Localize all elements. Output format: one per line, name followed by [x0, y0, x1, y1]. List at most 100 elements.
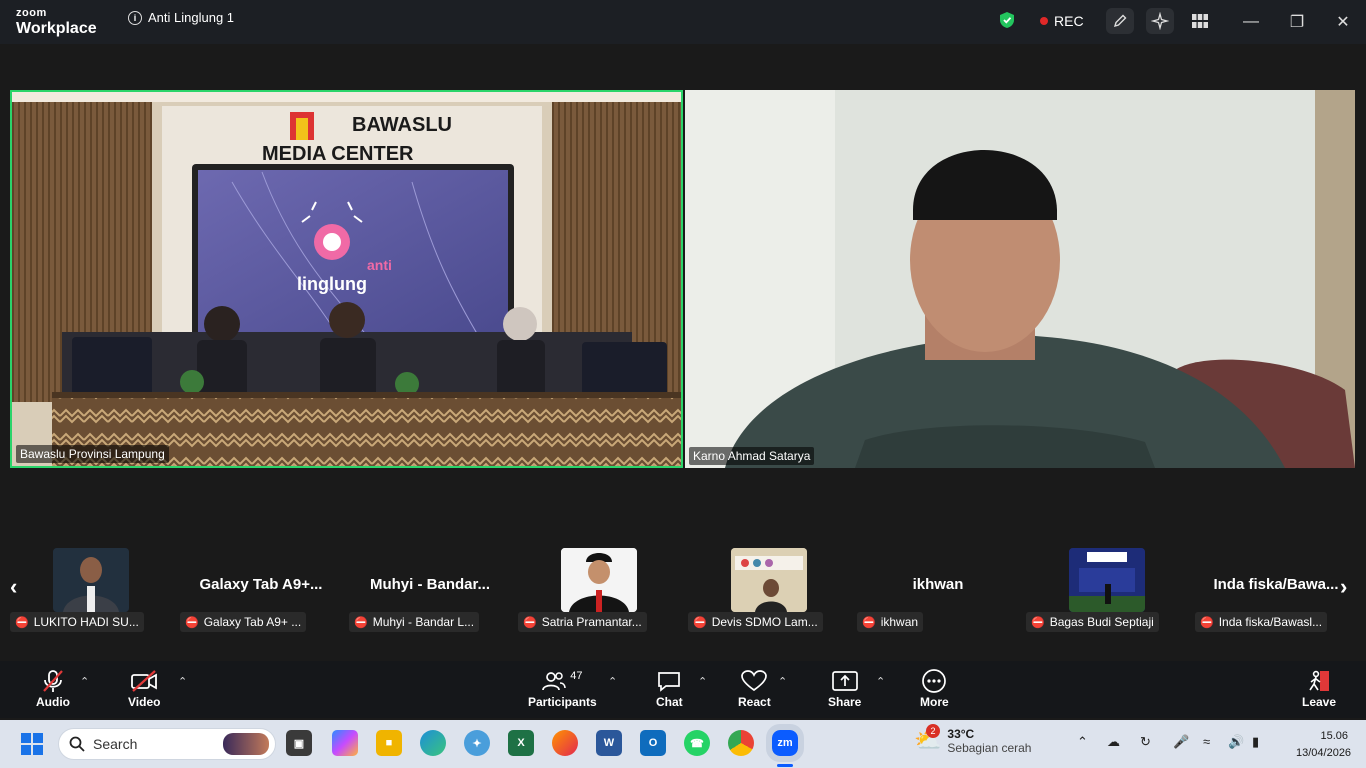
thumb-participant[interactable]: Muhyi - Bandar... ⛔ Muhyi - Bandar L... [349, 544, 511, 639]
muted-mic-icon: ⛔ [693, 616, 707, 629]
participants-icon [542, 672, 566, 691]
screen-text-linglung: linglung [297, 274, 367, 294]
participant-video [53, 548, 129, 612]
record-dot-icon [1040, 17, 1048, 25]
windows-start-icon[interactable] [21, 733, 43, 755]
participant-video [561, 548, 637, 612]
leave-button[interactable]: Leave [1302, 667, 1336, 709]
microphone-icon[interactable]: 🎤 [1173, 734, 1189, 750]
muted-mic-icon: ⛔ [1200, 616, 1214, 629]
meeting-toolbar: Audio ⌃ Video ⌃ 47 Participants ⌃ Chat ⌃… [0, 661, 1366, 718]
excel-icon[interactable]: X [508, 730, 534, 756]
clock-time: 15.06 [1320, 730, 1348, 742]
active-app-indicator [777, 764, 793, 767]
more-button[interactable]: More [920, 667, 949, 709]
chat-button[interactable]: Chat [656, 667, 683, 709]
screen-text-anti: anti [367, 257, 392, 273]
weather-temp: 33°C [947, 727, 975, 741]
participant-strip: ‹ › ⛔ LUKITO HADI SU... Galaxy Tab A9+...… [0, 544, 1366, 639]
weather-badge: 2 [926, 724, 940, 739]
search-highlight-image [223, 733, 269, 755]
brand-large: Workplace [16, 20, 97, 37]
encryption-shield-icon[interactable] [999, 11, 1015, 29]
thumb-participant[interactable]: ⛔ Satria Pramantar... [518, 544, 680, 639]
participants-button[interactable]: 47 Participants [528, 667, 597, 709]
show-hidden-icons-caret-icon[interactable]: ⌃ [1077, 734, 1088, 750]
firefox-icon[interactable] [552, 730, 578, 756]
sync-icon[interactable]: ↻ [1140, 734, 1151, 750]
thumb-label: ⛔ Muhyi - Bandar L... [349, 612, 480, 632]
info-icon[interactable]: i [128, 10, 142, 25]
rec-label: REC [1054, 13, 1084, 29]
battery-icon[interactable]: ▮ [1252, 734, 1259, 750]
close-button[interactable]: ✕ [1331, 10, 1355, 34]
video-options-caret-icon[interactable]: ⌃ [178, 675, 187, 688]
participants-options-caret-icon[interactable]: ⌃ [608, 675, 617, 688]
audio-button[interactable]: Audio [36, 667, 70, 709]
minimize-button[interactable]: — [1239, 10, 1263, 34]
person-video-feed [685, 90, 1355, 468]
thumb-participant[interactable]: Galaxy Tab A9+... ⛔ Galaxy Tab A9+ ... [180, 544, 342, 639]
recording-indicator[interactable]: REC [1040, 13, 1084, 29]
muted-mic-icon: ⛔ [862, 616, 876, 629]
thumb-display-name: Galaxy Tab A9+... [199, 576, 323, 593]
thumb-label: ⛔ ikhwan [857, 612, 924, 632]
view-layout-button[interactable] [1186, 8, 1214, 34]
zoom-taskbar-icon[interactable]: zm [766, 724, 804, 762]
thumb-participant[interactable]: ⛔ Devis SDMO Lam... [688, 544, 850, 639]
muted-mic-icon: ⛔ [1031, 616, 1045, 629]
search-icon [69, 736, 85, 752]
weather-desc: Sebagian cerah [947, 741, 1032, 756]
wifi-icon[interactable]: ≈ [1203, 734, 1210, 749]
meeting-title: Anti Linglung 1 [148, 10, 235, 25]
participant-name-label: Karno Ahmad Satarya [689, 447, 815, 465]
ai-companion-button[interactable] [1146, 8, 1174, 34]
edge-browser-icon[interactable] [420, 730, 446, 756]
task-view-icon[interactable]: ▣ [286, 730, 312, 756]
video-button[interactable]: Video [128, 667, 160, 709]
grid-view-icon [1192, 14, 1208, 28]
outlook-icon[interactable]: O [640, 730, 666, 756]
thumb-participant[interactable]: Inda fiska/Bawa... ⛔ Inda fiska/Bawasl... [1195, 544, 1357, 639]
title-bar: zoom Workplace i Anti Linglung 1 REC — ❐… [0, 0, 1366, 44]
file-explorer-icon[interactable]: ■ [376, 730, 402, 756]
taskbar-search-box[interactable]: Search [58, 728, 276, 760]
participant-video [1069, 548, 1145, 612]
taskbar-clock[interactable]: 15.06 13/04/2026 [1296, 728, 1351, 761]
thumb-participant[interactable]: ikhwan ⛔ ikhwan [857, 544, 1019, 639]
stopped-video-icon [131, 670, 158, 692]
audio-options-caret-icon[interactable]: ⌃ [80, 675, 89, 688]
share-button[interactable]: Share [828, 667, 861, 709]
volume-icon[interactable]: 🔊 [1228, 734, 1244, 750]
thumb-display-name: ikhwan [912, 576, 964, 593]
annotate-button[interactable] [1106, 8, 1134, 34]
restore-button[interactable]: ❐ [1285, 10, 1309, 34]
chat-options-caret-icon[interactable]: ⌃ [698, 675, 707, 688]
meeting-info[interactable]: i Anti Linglung 1 [128, 10, 234, 25]
thumb-display-name: Muhyi - Bandar... [369, 576, 490, 593]
copilot-icon[interactable] [332, 730, 358, 756]
thumb-display-name: Inda fiska/Bawa... [1213, 576, 1339, 593]
thumb-label: ⛔ Bagas Budi Septiaji [1026, 612, 1159, 632]
share-options-caret-icon[interactable]: ⌃ [876, 675, 885, 688]
thumb-participant[interactable]: ⛔ Bagas Budi Septiaji [1026, 544, 1188, 639]
react-options-caret-icon[interactable]: ⌃ [778, 675, 787, 688]
app-fish-icon[interactable]: ✦ [464, 730, 490, 756]
thumb-label: ⛔ Devis SDMO Lam... [688, 612, 823, 632]
chrome-icon[interactable] [728, 730, 754, 756]
weather-widget[interactable]: ⛅ 2 33°C Sebagian cerah [914, 724, 1032, 756]
react-button[interactable]: React [738, 667, 771, 709]
word-icon[interactable]: W [596, 730, 622, 756]
cloud-offline-icon[interactable]: ☁ [1107, 734, 1120, 750]
video-tile-bawaslu[interactable]: BAWASLU MEDIA CENTER anti linglung Bawas… [10, 90, 683, 468]
thumb-participant[interactable]: ⛔ LUKITO HADI SU... [10, 544, 172, 639]
whatsapp-icon[interactable]: ☎ [684, 730, 710, 756]
participant-name-label: Bawaslu Provinsi Lampung [16, 445, 169, 463]
meeting-stage: BAWASLU MEDIA CENTER anti linglung Bawas… [0, 44, 1366, 661]
muted-mic-icon: ⛔ [523, 616, 537, 629]
video-tile-karno[interactable]: Karno Ahmad Satarya [685, 90, 1355, 468]
windows-taskbar: Search ▣ ■ ✦ X W O ☎ zm ⛅ 2 33°C Sebagian … [0, 720, 1366, 768]
zoom-logo: zoom Workplace [16, 8, 97, 37]
muted-mic-icon: ⛔ [15, 616, 29, 629]
sign-bawaslu: BAWASLU [352, 114, 452, 136]
